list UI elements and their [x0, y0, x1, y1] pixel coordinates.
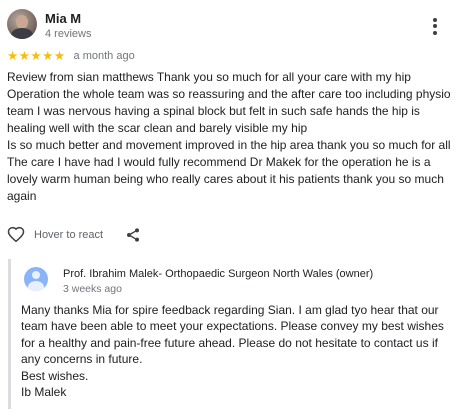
more-vert-icon-dot	[433, 24, 437, 28]
react-label[interactable]: Hover to react	[34, 229, 103, 241]
reviewer-review-count: 4 reviews	[45, 28, 92, 40]
avatar-body	[11, 28, 33, 39]
owner-reply-date: 3 weeks ago	[63, 283, 122, 295]
more-vert-icon	[433, 17, 437, 22]
reviewer-name[interactable]: Mia M	[45, 11, 81, 26]
review-actions: Hover to react	[7, 223, 141, 247]
owner-name: Prof. Ibrahim Malek- Orthopaedic Surgeon…	[63, 268, 374, 280]
rating-row: ★★★★★ a month ago	[7, 48, 135, 64]
review-text: Review from sian matthews Thank you so m…	[7, 70, 451, 203]
avatar-head	[32, 271, 40, 279]
avatar-shoulders	[28, 281, 44, 291]
review-card: Mia M 4 reviews ★★★★★ a month ago Review…	[0, 0, 462, 419]
star-rating: ★★★★★	[7, 48, 66, 63]
avatar-face	[16, 15, 28, 29]
share-icon[interactable]	[125, 227, 141, 243]
reviewer-avatar[interactable]	[7, 9, 37, 39]
review-date: a month ago	[73, 50, 135, 62]
owner-reply-text: Many thanks Mia for spire feedback regar…	[21, 303, 444, 400]
more-options-button[interactable]	[426, 14, 444, 38]
heart-outline-icon[interactable]	[7, 226, 25, 244]
more-vert-icon-dot	[433, 30, 437, 35]
owner-reply: Prof. Ibrahim Malek- Orthopaedic Surgeon…	[8, 259, 461, 409]
person-avatar-icon	[24, 267, 48, 291]
